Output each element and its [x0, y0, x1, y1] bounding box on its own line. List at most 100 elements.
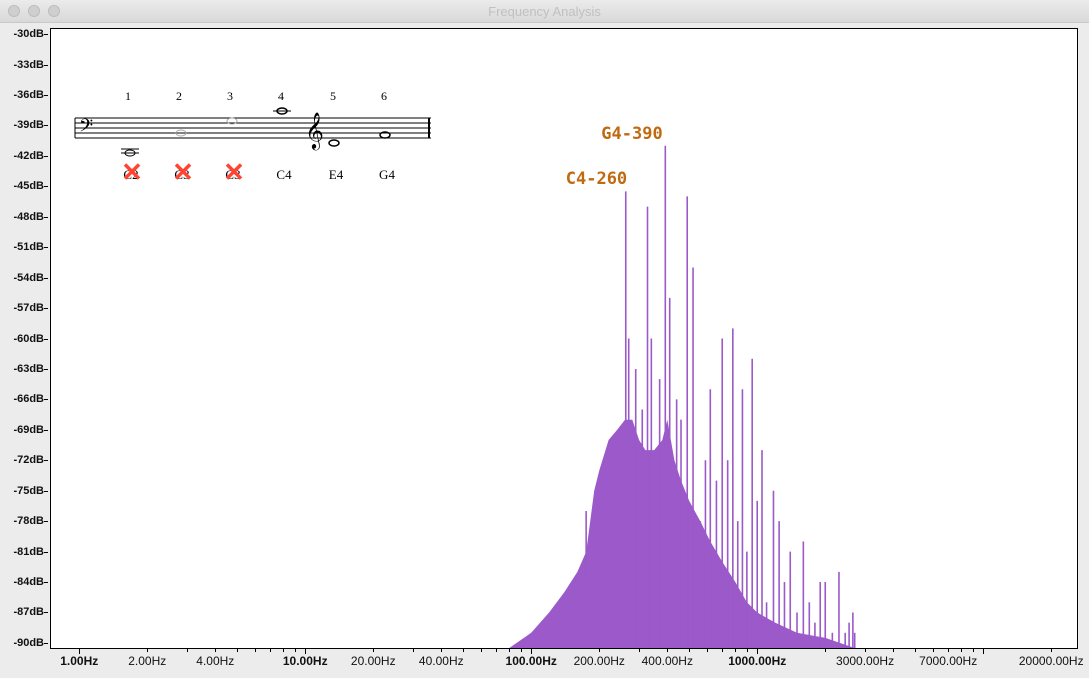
note-number: 2 [176, 89, 182, 103]
x-tick [373, 649, 375, 652]
x-tick [948, 649, 950, 652]
y-axis: -30dB -33dB -36dB -39dB -42dB -45dB -48dB -51dB… [0, 28, 48, 652]
y-tick [44, 125, 48, 127]
note-head-5 [328, 139, 340, 147]
y-tick-label: -66dB [13, 393, 44, 406]
music-staff-inset: 𝄢 𝄞 1 2 3 4 5 6 C2 C3 C3 C4 E4 G4 ✕ ✕ ✕ [73, 87, 438, 197]
y-tick-label: -87dB [13, 606, 44, 619]
x-tick [599, 649, 601, 652]
cross-mark-icon: ✕ [223, 157, 245, 187]
y-tick [44, 368, 48, 370]
y-tick [44, 94, 48, 96]
x-tick [757, 649, 759, 654]
x-tick [933, 649, 935, 652]
y-tick-label: -75dB [13, 484, 44, 497]
x-tick [983, 649, 985, 654]
y-tick-label: -42dB [13, 149, 44, 162]
x-tick [707, 649, 709, 652]
y-tick-label: -54dB [13, 271, 44, 284]
x-tick-label: 2.00Hz [128, 654, 167, 668]
x-tick-label: 1000.00Hz [728, 654, 787, 668]
x-tick-label: 400.00Hz [641, 654, 693, 668]
x-tick-label: 7000.00Hz [919, 654, 978, 668]
x-tick [531, 649, 533, 654]
x-tick [294, 649, 296, 652]
y-tick [44, 521, 48, 523]
y-tick-label: -33dB [13, 58, 44, 71]
x-tick [215, 649, 217, 652]
x-tick [825, 649, 827, 652]
x-tick-label: 3000.00Hz [836, 654, 895, 668]
y-tick-label: -30dB [13, 28, 44, 41]
y-tick-label: -36dB [13, 88, 44, 101]
x-tick-label: 200.00Hz [573, 654, 625, 668]
y-tick-label: -48dB [13, 210, 44, 223]
x-axis: 1.00Hz 2.00Hz 4.00Hz 10.00Hz 20.00Hz 40.00Hz 1… [50, 649, 1084, 678]
y-tick [44, 612, 48, 614]
x-tick [865, 649, 867, 652]
y-tick [44, 186, 48, 188]
x-tick-label: 20000.00Hz [1018, 654, 1084, 668]
x-tick [481, 649, 483, 652]
treble-clef-icon: 𝄞 [305, 111, 324, 150]
x-tick [441, 649, 443, 652]
spectrum-plot[interactable]: 𝄢 𝄞 1 2 3 4 5 6 C2 C3 C3 C4 E4 G4 ✕ ✕ ✕ … [50, 28, 1078, 649]
note-number: 6 [381, 89, 387, 103]
x-tick [893, 649, 895, 652]
title-bar: Frequency Analysis [0, 0, 1089, 23]
x-tick [722, 649, 724, 652]
x-tick [735, 649, 737, 652]
x-tick-label: 100.00Hz [505, 654, 557, 668]
y-tick [44, 64, 48, 66]
x-tick [237, 649, 239, 652]
x-tick-label: 4.00Hz [196, 654, 235, 668]
x-tick [746, 649, 748, 652]
x-tick [187, 649, 189, 652]
x-tick [1051, 649, 1053, 652]
x-tick [147, 649, 149, 652]
x-tick [915, 649, 917, 652]
y-tick [44, 308, 48, 310]
x-tick [270, 649, 272, 652]
note-number: 4 [278, 89, 284, 103]
y-tick-label: -81dB [13, 545, 44, 558]
note-number: 3 [227, 89, 233, 103]
y-tick [44, 460, 48, 462]
y-tick-label: -45dB [13, 180, 44, 193]
x-tick-label: 40.00Hz [418, 654, 464, 668]
y-tick [44, 34, 48, 36]
y-tick-label: -78dB [13, 515, 44, 528]
bass-clef-icon: 𝄢 [79, 116, 93, 141]
cross-mark-icon: ✕ [172, 157, 194, 187]
y-tick [44, 338, 48, 340]
y-tick [44, 490, 48, 492]
x-tick [689, 649, 691, 652]
y-tick-label: -63dB [13, 362, 44, 375]
note-name: C4 [276, 167, 292, 182]
y-tick-label: -57dB [13, 302, 44, 315]
y-tick-label: -39dB [13, 119, 44, 132]
x-tick [667, 649, 669, 652]
y-tick [44, 551, 48, 553]
x-tick [305, 649, 307, 654]
y-tick-label: -60dB [13, 332, 44, 345]
x-tick [463, 649, 465, 652]
y-tick [44, 277, 48, 279]
peak-annotation: G4-390 [601, 123, 663, 144]
y-tick [44, 429, 48, 431]
x-tick [255, 649, 257, 652]
x-tick [509, 649, 511, 652]
x-tick-label: 20.00Hz [350, 654, 396, 668]
x-tick [639, 649, 641, 652]
cross-mark-icon: ✕ [121, 157, 143, 187]
note-number: 5 [330, 89, 336, 103]
window-title: Frequency Analysis [488, 4, 601, 19]
y-tick-label: -84dB [13, 576, 44, 589]
y-tick [44, 399, 48, 401]
y-tick-label: -69dB [13, 423, 44, 436]
x-tick [413, 649, 415, 652]
note-name: E4 [328, 167, 344, 182]
x-tick [283, 649, 285, 652]
y-tick [44, 216, 48, 218]
peak-annotation: C4-260 [565, 169, 628, 190]
